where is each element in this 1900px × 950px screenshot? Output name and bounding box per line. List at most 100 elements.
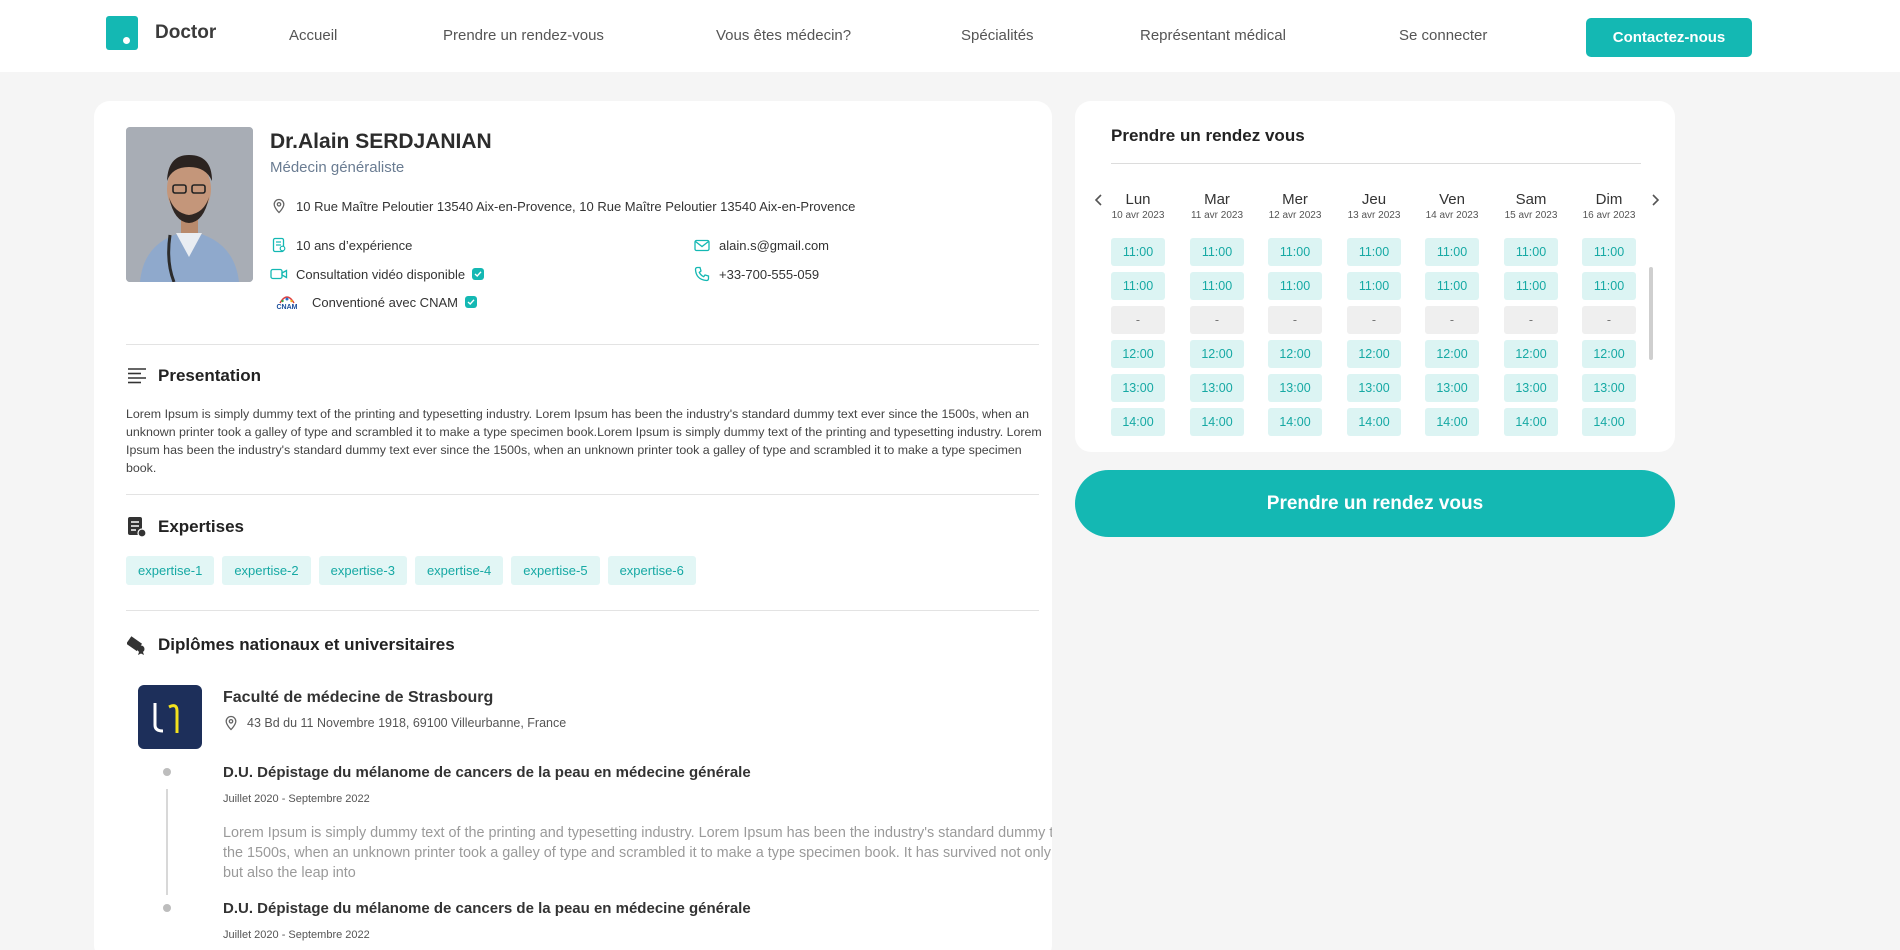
time-slot[interactable]: 12:00 (1504, 340, 1558, 368)
time-slot-unavailable: - (1504, 306, 1558, 334)
doctor-photo (126, 127, 253, 282)
contact-button[interactable]: Contactez-nous (1586, 18, 1752, 57)
expertise-tag[interactable]: expertise-5 (511, 556, 600, 585)
time-slot[interactable]: 14:00 (1268, 408, 1322, 436)
time-slot[interactable]: 13:00 (1425, 374, 1479, 402)
doctor-address: 10 Rue Maître Peloutier 13540 Aix-en-Pro… (296, 198, 856, 214)
expertise-tags: expertise-1 expertise-2 expertise-3 expe… (126, 556, 696, 585)
time-slot[interactable]: 11:00 (1190, 238, 1244, 266)
time-slot[interactable]: 13:00 (1111, 374, 1165, 402)
nav-link-representant[interactable]: Représentant médical (1140, 27, 1286, 44)
time-slot[interactable]: 13:00 (1268, 374, 1322, 402)
time-slot[interactable]: 11:00 (1268, 238, 1322, 266)
address-row: 10 Rue Maître Peloutier 13540 Aix-en-Pro… (270, 197, 855, 215)
diplomas-heading: Diplômes nationaux et universitaires (126, 634, 455, 656)
time-slot[interactable]: 12:00 (1347, 340, 1401, 368)
diploma-title: D.U. Dépistage du mélanome de cancers de… (223, 900, 751, 917)
time-slot[interactable]: 14:00 (1425, 408, 1479, 436)
time-slot[interactable]: 13:00 (1190, 374, 1244, 402)
time-slot[interactable]: 12:00 (1268, 340, 1322, 368)
doctor-profile-card: Dr.Alain SERDJANIAN Médecin généraliste … (94, 101, 1052, 950)
time-slot[interactable]: 11:00 (1425, 238, 1479, 266)
slots-scrollbar[interactable] (1649, 267, 1653, 360)
expertise-tag[interactable]: expertise-4 (414, 556, 504, 585)
time-slot[interactable]: 11:00 (1268, 272, 1322, 300)
time-slot[interactable]: 11:00 (1111, 272, 1165, 300)
doctor-name: Dr.Alain SERDJANIAN (270, 130, 492, 153)
expertise-tag[interactable]: expertise-6 (607, 556, 696, 585)
time-slot[interactable]: 13:00 (1347, 374, 1401, 402)
time-slot-unavailable: - (1268, 306, 1322, 334)
time-slot[interactable]: 13:00 (1504, 374, 1558, 402)
brand-logo[interactable]: Doctor (106, 16, 216, 50)
booking-title: Prendre un rendez vous (1111, 126, 1305, 145)
email-row: alain.s@gmail.com (693, 236, 829, 254)
brand-name: Doctor (155, 22, 217, 43)
university-name: Faculté de médecine de Strasbourg (223, 689, 494, 706)
booking-card: Prendre un rendez vous Lun 10 avr 2023 Ma… (1075, 101, 1675, 452)
time-slot[interactable]: 11:00 (1347, 272, 1401, 300)
expertises-heading: Expertises (126, 516, 244, 538)
experience-text: 10 ans d’expérience (296, 237, 413, 253)
university-address-row: 43 Bd du 11 Novembre 1918, 69100 Villeur… (223, 715, 566, 731)
nav-link-specialites[interactable]: Spécialités (961, 27, 1034, 44)
time-slot[interactable]: 12:00 (1582, 340, 1636, 368)
nav-link-medecin[interactable]: Vous êtes médecin? (716, 27, 851, 44)
chevron-right-icon[interactable] (1648, 193, 1662, 207)
time-slot[interactable]: 14:00 (1504, 408, 1558, 436)
time-slot[interactable]: 11:00 (1347, 238, 1401, 266)
nav-link-connexion[interactable]: Se connecter (1399, 27, 1487, 44)
time-slot[interactable]: 11:00 (1504, 272, 1558, 300)
time-slot[interactable]: 14:00 (1111, 408, 1165, 436)
doctor-phone[interactable]: +33-700-555-059 (719, 267, 819, 282)
experience-row: 10 ans d’expérience (270, 236, 412, 254)
text-lines-icon (126, 365, 148, 387)
book-appointment-button[interactable]: Prendre un rendez vous (1075, 470, 1675, 537)
time-slot[interactable]: 14:00 (1190, 408, 1244, 436)
video-text: Consultation vidéo disponible (296, 266, 466, 282)
time-slot[interactable]: 13:00 (1582, 374, 1636, 402)
time-slot-unavailable: - (1111, 306, 1165, 334)
time-slot[interactable]: 12:00 (1425, 340, 1479, 368)
video-camera-icon (270, 265, 288, 283)
time-slot-unavailable: - (1347, 306, 1401, 334)
time-slot-unavailable: - (1425, 306, 1479, 334)
day-header: Jeu 13 avr 2023 (1347, 191, 1401, 221)
time-slot[interactable]: 12:00 (1111, 340, 1165, 368)
mail-icon (693, 236, 711, 254)
time-slot-unavailable: - (1190, 306, 1244, 334)
verified-check-icon (472, 268, 485, 280)
expertise-tag[interactable]: expertise-2 (222, 556, 311, 585)
expertise-tag[interactable]: expertise-1 (126, 556, 215, 585)
top-navbar: Doctor Accueil Prendre un rendez-vous Vo… (0, 0, 1900, 72)
time-slot[interactable]: 11:00 (1111, 238, 1165, 266)
cnam-logo-icon: CNAM (270, 293, 304, 311)
time-slot[interactable]: 14:00 (1582, 408, 1636, 436)
university-logo (138, 685, 202, 749)
time-slot[interactable]: 11:00 (1582, 272, 1636, 300)
diploma-description: Lorem Ipsum is simply dummy text of the … (223, 825, 1052, 881)
day-header: Mar 11 avr 2023 (1190, 191, 1244, 221)
time-slot[interactable]: 11:00 (1504, 238, 1558, 266)
divider (126, 494, 1039, 495)
day-header: Mer 12 avr 2023 (1268, 191, 1322, 221)
time-slot[interactable]: 14:00 (1347, 408, 1401, 436)
nav-link-accueil[interactable]: Accueil (289, 27, 337, 44)
time-slot[interactable]: 12:00 (1190, 340, 1244, 368)
time-slot[interactable]: 11:00 (1425, 272, 1479, 300)
expertise-tag[interactable]: expertise-3 (318, 556, 407, 585)
chevron-left-icon[interactable] (1092, 193, 1106, 207)
certificate-icon (270, 236, 288, 254)
diploma-title: D.U. Dépistage du mélanome de cancers de… (223, 764, 751, 781)
doctor-email[interactable]: alain.s@gmail.com (719, 238, 829, 253)
timeline-dot (163, 904, 171, 912)
cnam-row: CNAM Conventioné avec CNAM (270, 293, 477, 311)
logo-icon (106, 16, 138, 50)
time-slot[interactable]: 11:00 (1582, 238, 1636, 266)
time-slot[interactable]: 11:00 (1190, 272, 1244, 300)
day-header: Ven 14 avr 2023 (1425, 191, 1479, 221)
timeline-line (166, 789, 168, 895)
divider (1111, 163, 1641, 164)
time-slot-unavailable: - (1582, 306, 1636, 334)
nav-link-rendez-vous[interactable]: Prendre un rendez-vous (443, 27, 604, 44)
